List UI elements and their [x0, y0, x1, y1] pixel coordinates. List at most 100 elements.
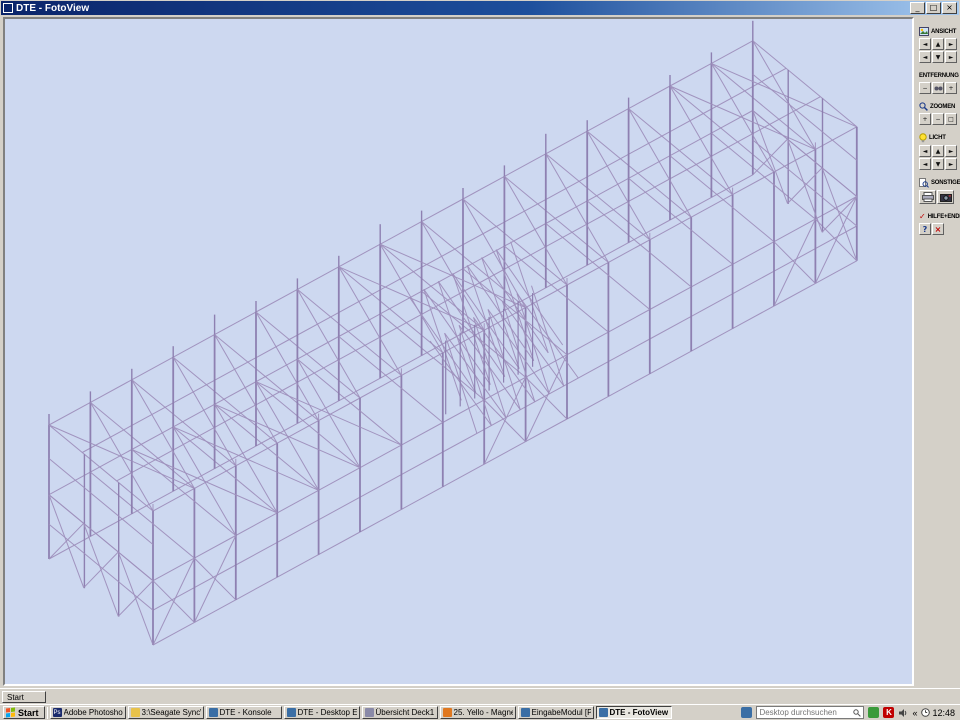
tray-app-icon[interactable] [741, 707, 752, 718]
distance-fit-button[interactable] [932, 82, 944, 94]
printer-icon [922, 192, 934, 202]
light-down-button[interactable]: ▼ [932, 158, 944, 170]
group-label-hilfe: HILFE+ENDE [928, 214, 960, 220]
task-label: Adobe Photoshop CS3 E... [64, 708, 123, 717]
paint-icon [365, 708, 374, 717]
tray-icon-kaspersky[interactable]: K [883, 707, 894, 718]
module-icon [521, 708, 530, 717]
light-left-button[interactable]: ◄ [919, 145, 931, 157]
clock-icon [921, 708, 930, 717]
window-title: DTE - FotoView [16, 3, 909, 14]
viewport-3d[interactable] [3, 17, 914, 686]
titlebar[interactable]: DTE - FotoView _ □ × [1, 1, 959, 15]
task-button[interactable]: 25. Yello - Magneto - Wi... [440, 706, 516, 719]
view-rotate-up-button[interactable]: ▲ [932, 38, 944, 50]
task-button[interactable]: 3:\Seagate Sync\SyncRe... [128, 706, 204, 719]
group-licht: LICHT ◄ ▲ ► ◄ ▼ ► [919, 133, 958, 170]
dte-app-icon [287, 708, 296, 717]
maximize-button[interactable]: □ [926, 2, 941, 14]
light-arrow-pad: ◄ ▲ ► ◄ ▼ ► [919, 145, 958, 170]
group-label-sonstiges: SONSTIGES [931, 180, 960, 186]
tray-icon-green[interactable] [868, 707, 879, 718]
task-label: DTE - Desktop Engineeri... [298, 708, 357, 717]
dte-konsole-icon [209, 708, 218, 717]
task-button[interactable]: Übersicht Deck1 - Paint [362, 706, 438, 719]
system-tray: K « 12:48 [741, 706, 957, 719]
document-magnifier-icon [919, 178, 929, 188]
windows-logo-icon [6, 708, 15, 718]
group-zoomen: ZOOMEN + − □ [919, 102, 958, 125]
binoculars-icon [934, 85, 943, 92]
view-rotate-right-button[interactable]: ► [945, 38, 957, 50]
distance-increase-button[interactable]: + [945, 82, 957, 94]
zoom-out-button[interactable]: − [932, 113, 944, 125]
folder-icon [131, 708, 140, 717]
view-pan-right-button[interactable]: ► [945, 51, 957, 63]
desktop-search [756, 706, 864, 719]
taskbar-clock: 12:48 [921, 708, 955, 718]
task-strip: PsAdobe Photoshop CS3 E... 3:\Seagate Syn… [50, 706, 672, 719]
group-label-licht: LICHT [929, 135, 946, 141]
snapshot-button[interactable] [937, 190, 954, 204]
fotoview-icon [599, 708, 608, 717]
view-pan-left-button[interactable]: ◄ [919, 51, 931, 63]
start-label: Start [18, 708, 39, 718]
task-button[interactable]: DTE - Konsole [206, 706, 282, 719]
task-label: Übersicht Deck1 - Paint [376, 708, 435, 717]
group-sonstiges: SONSTIGES [919, 178, 958, 204]
start-button[interactable]: Start [3, 706, 45, 719]
minimize-button[interactable]: _ [910, 2, 925, 14]
light-right-button[interactable]: ► [945, 145, 957, 157]
group-label-ansicht: ANSICHT [931, 29, 956, 35]
task-button[interactable]: EingabeModul [Parkdeck... [518, 706, 594, 719]
magnifier-icon [919, 102, 928, 111]
photoshop-icon: Ps [53, 708, 62, 717]
task-button[interactable]: DTE - FotoView [596, 706, 672, 719]
task-button[interactable]: PsAdobe Photoshop CS3 E... [50, 706, 126, 719]
exit-x-icon: × [935, 225, 942, 234]
taskbar-separator [47, 707, 48, 719]
light-right2-button[interactable]: ► [945, 158, 957, 170]
group-hilfe-ende: ✓ HILFE+ENDE ? × [919, 212, 958, 235]
close-button[interactable]: × [942, 2, 957, 14]
group-label-entfernung: ENTFERNUNG [919, 73, 959, 79]
search-icon [853, 709, 861, 717]
bulb-icon [919, 133, 927, 143]
app-icon [3, 3, 13, 13]
view-rotate-down-button[interactable]: ▼ [932, 51, 944, 63]
control-panel: ANSICHT ◄ ▲ ► ◄ ▼ ► ENTFERNUNG − [916, 17, 959, 686]
group-entfernung: ENTFERNUNG − + [919, 71, 958, 94]
light-up-button[interactable]: ▲ [932, 145, 944, 157]
check-icon: ✓ [919, 213, 926, 221]
task-label: EingabeModul [Parkdeck... [532, 708, 591, 717]
clock-time: 12:48 [932, 708, 955, 718]
exit-button[interactable]: × [932, 223, 944, 235]
camera-icon [940, 193, 952, 202]
print-button[interactable] [919, 190, 936, 204]
desktop-search-input[interactable] [759, 707, 851, 718]
view-arrow-pad: ◄ ▲ ► ◄ ▼ ► [919, 38, 958, 63]
zoom-window-button[interactable]: □ [945, 113, 957, 125]
question-icon: ? [923, 225, 928, 234]
group-label-zoomen: ZOOMEN [930, 104, 955, 110]
task-label: 3:\Seagate Sync\SyncRe... [142, 708, 201, 717]
structure-wireframe [5, 19, 912, 684]
group-ansicht: ANSICHT ◄ ▲ ► ◄ ▼ ► [919, 27, 958, 63]
taskbar: Start PsAdobe Photoshop CS3 E... 3:\Seaga… [0, 704, 960, 720]
distance-decrease-button[interactable]: − [919, 82, 931, 94]
secondary-bar: Start [0, 688, 960, 704]
light-left2-button[interactable]: ◄ [919, 158, 931, 170]
task-button[interactable]: DTE - Desktop Engineeri... [284, 706, 360, 719]
speaker-icon[interactable] [898, 708, 908, 718]
application-window: DTE - FotoView _ □ × ANSICHT ◄ ▲ ► ◄ ▼ ► [0, 0, 960, 720]
zoom-in-button[interactable]: + [919, 113, 931, 125]
media-player-icon [443, 708, 452, 717]
task-label: DTE - FotoView [610, 708, 669, 717]
view-icon [919, 27, 929, 36]
start-window-button[interactable]: Start [2, 691, 46, 703]
task-label: 25. Yello - Magneto - Wi... [454, 708, 513, 717]
tray-expand-chevron[interactable]: « [912, 708, 917, 718]
view-rotate-left-button[interactable]: ◄ [919, 38, 931, 50]
help-button[interactable]: ? [919, 223, 931, 235]
task-label: DTE - Konsole [220, 708, 272, 717]
